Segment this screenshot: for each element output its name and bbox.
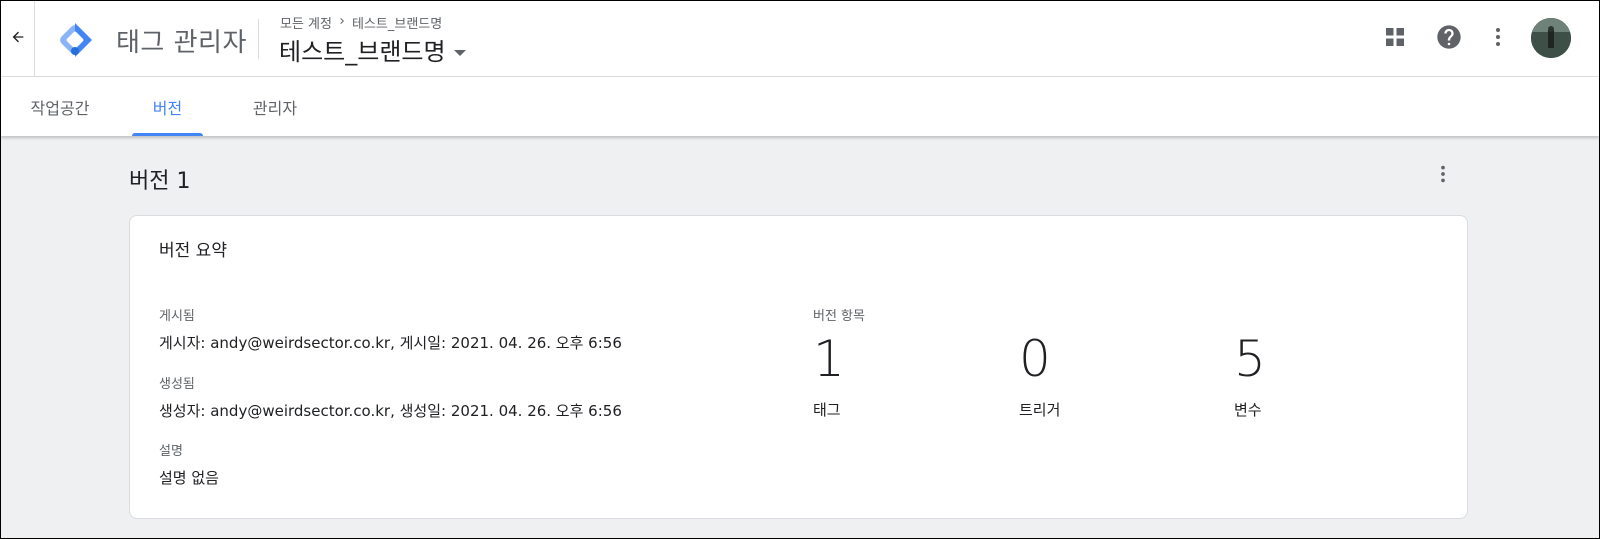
tab-versions[interactable]: 버전 (132, 77, 203, 136)
version-more-button[interactable] (1425, 158, 1461, 194)
container-selector[interactable]: 테스트_브랜드명 (279, 32, 466, 67)
variables-count: 5 (1234, 330, 1266, 388)
published-value: 게시자: andy@weirdsector.co.kr, 게시일: 2021. … (159, 334, 622, 352)
page-title: 버전 1 (129, 169, 191, 194)
more-options-button[interactable] (1480, 21, 1516, 57)
created-label: 생성됨 (159, 377, 195, 392)
breadcrumb: 모든 계정 테스트_브랜드명 (280, 13, 442, 32)
tab-admin[interactable]: 관리자 (242, 77, 308, 136)
help-button[interactable] (1431, 21, 1467, 57)
product-name: 태그 관리자 (116, 28, 247, 58)
variables-label: 변수 (1234, 401, 1262, 419)
created-value: 생성자: andy@weirdsector.co.kr, 생성일: 2021. … (159, 402, 622, 420)
tab-bar: 작업공간 버전 관리자 (1, 77, 1599, 136)
back-button[interactable] (1, 1, 35, 77)
dropdown-caret-icon (453, 49, 466, 56)
breadcrumb-container: 테스트_브랜드명 (351, 17, 443, 32)
chevron-right-icon (336, 15, 348, 31)
help-icon (1435, 23, 1463, 55)
tag-manager-logo (56, 21, 94, 59)
breadcrumb-all-accounts[interactable]: 모든 계정 (280, 13, 332, 32)
version-summary-card: 버전 요약 게시됨 게시자: andy@weirdsector.co.kr, 게… (129, 215, 1468, 519)
description-label: 설명 (159, 444, 183, 459)
triggers-count: 0 (1019, 330, 1051, 388)
avatar[interactable] (1531, 18, 1571, 58)
arrow-back-icon (10, 29, 26, 49)
tags-count: 1 (813, 330, 845, 388)
tab-workspace[interactable]: 작업공간 (21, 77, 99, 136)
app-header: 태그 관리자 모든 계정 테스트_브랜드명 테스트_브랜드명 (1, 1, 1599, 77)
apps-grid-icon (1383, 25, 1407, 53)
version-items-label: 버전 항목 (813, 309, 865, 324)
triggers-label: 트리거 (1019, 401, 1061, 419)
tags-label: 태그 (813, 401, 841, 419)
container-name: 테스트_브랜드명 (279, 38, 446, 66)
more-vert-icon (1486, 25, 1510, 53)
description-value: 설명 없음 (159, 469, 219, 487)
card-title: 버전 요약 (159, 241, 227, 261)
apps-button[interactable] (1377, 21, 1413, 57)
more-vert-icon (1432, 163, 1454, 189)
header-divider (258, 19, 259, 59)
published-label: 게시됨 (159, 309, 195, 324)
